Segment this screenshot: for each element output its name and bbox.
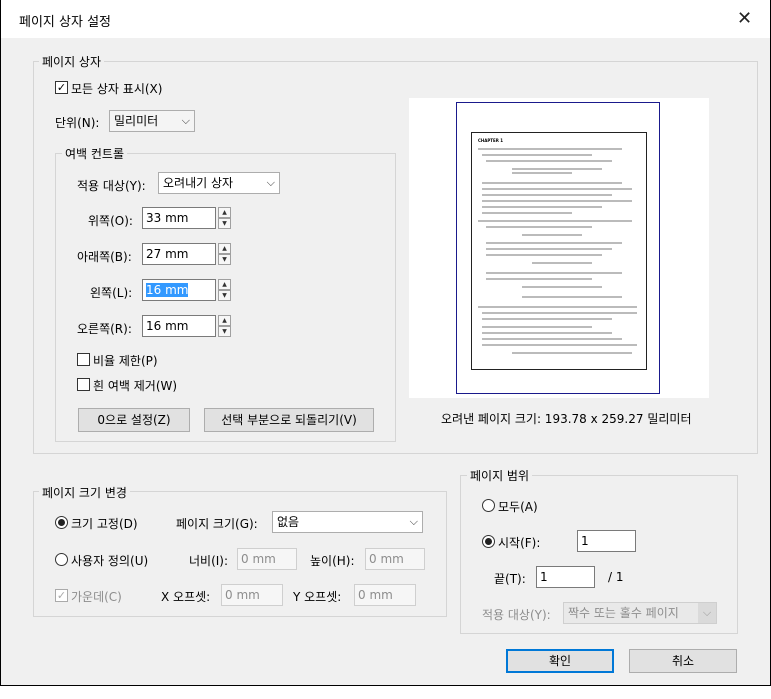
spin-down-icon: ▼ — [218, 218, 231, 229]
width-label: 너비(I): — [189, 554, 229, 568]
center-label: 가운데(C) — [71, 590, 122, 604]
y-offset-label: Y 오프셋: — [293, 590, 342, 604]
page-range-legend: 페이지 범위 — [467, 467, 533, 484]
page-from-label: 시작(F): — [498, 536, 541, 550]
constrain-proportions-checkbox[interactable] — [77, 353, 90, 366]
left-margin-label: 왼쪽(L): — [90, 286, 133, 300]
right-margin-field[interactable]: 16 mm — [142, 315, 216, 337]
page-content-thumbnail: CHAPTER 1 — [471, 132, 647, 370]
page-to-label: 끝(T): — [494, 572, 526, 586]
spin-down-icon: ▼ — [218, 254, 231, 265]
chevron-down-icon: ⌵ — [181, 114, 190, 127]
top-margin-label: 위쪽(O): — [88, 214, 133, 228]
y-offset-field[interactable]: 0 mm — [354, 584, 416, 606]
chevron-down-icon: ⌵ — [266, 176, 275, 189]
constrain-proportions-label: 비율 제한(P) — [93, 354, 158, 368]
custom-size-radio[interactable] — [55, 553, 68, 566]
bottom-margin-label: 아래쪽(B): — [77, 250, 132, 264]
page-from-field[interactable]: 1 — [577, 530, 636, 552]
ok-button[interactable]: 확인 — [506, 649, 614, 673]
x-offset-label: X 오프셋: — [161, 590, 211, 604]
revert-to-selection-button[interactable]: 선택 부분으로 되돌리기(V) — [204, 408, 374, 432]
spin-up-icon: ▲ — [218, 279, 231, 290]
page-boxes-legend: 페이지 상자 — [39, 53, 105, 70]
unit-value: 밀리미터 — [114, 114, 159, 128]
cancel-button[interactable]: 취소 — [629, 649, 737, 673]
fixed-size-radio[interactable] — [55, 516, 68, 529]
show-all-boxes-checkbox[interactable]: ✓ — [55, 81, 68, 94]
bottom-margin-stepper[interactable]: ▲ ▼ — [218, 243, 231, 265]
fixed-size-label: 크기 고정(D) — [71, 517, 138, 531]
height-label: 높이(H): — [310, 554, 355, 568]
title-bar: 페이지 상자 설정 ✕ — [1, 0, 770, 38]
remove-white-margins-label: 흰 여백 제거(W) — [93, 379, 178, 393]
unit-select[interactable]: 밀리미터 ⌵ — [109, 110, 195, 132]
chevron-down-icon: ⌵ — [409, 515, 418, 528]
change-page-size-legend: 페이지 크기 변경 — [39, 484, 130, 501]
page-boxes-dialog: 페이지 상자 설정 ✕ 페이지 상자 ✓ 모든 상자 표시(X) 단위(N): … — [0, 0, 771, 686]
chevron-down-icon: ⌵ — [698, 603, 716, 623]
margin-apply-to-select[interactable]: 오려내기 상자 ⌵ — [158, 172, 280, 194]
spin-up-icon: ▲ — [218, 315, 231, 326]
top-margin-field[interactable]: 33 mm — [142, 207, 216, 229]
custom-size-label: 사용자 정의(U) — [71, 554, 149, 568]
page-range-apply-to-label: 적용 대상(Y): — [482, 608, 551, 622]
right-margin-stepper[interactable]: ▲ ▼ — [218, 315, 231, 337]
remove-white-margins-checkbox[interactable] — [77, 378, 90, 391]
margin-apply-to-label: 적용 대상(Y): — [77, 179, 146, 193]
page-total-label: / 1 — [608, 570, 624, 584]
text-lines-graphic — [478, 148, 637, 354]
left-margin-field[interactable]: 16 mm — [142, 279, 216, 301]
height-field[interactable]: 0 mm — [365, 548, 425, 570]
page-size-label: 페이지 크기(G): — [176, 517, 258, 531]
page-preview: CHAPTER 1 — [409, 98, 709, 398]
page-size-value: 없음 — [277, 515, 300, 529]
page-range-apply-to-select[interactable]: 짝수 또는 홀수 페이지 ⌵ — [563, 602, 717, 624]
all-pages-radio[interactable] — [482, 499, 495, 512]
spin-up-icon: ▲ — [218, 207, 231, 218]
show-all-boxes-label: 모든 상자 표시(X) — [71, 82, 163, 96]
dialog-title: 페이지 상자 설정 — [19, 15, 111, 30]
width-field[interactable]: 0 mm — [237, 548, 297, 570]
page-size-select[interactable]: 없음 ⌵ — [272, 511, 423, 533]
set-to-zero-button[interactable]: 0으로 설정(Z) — [78, 408, 190, 432]
spin-up-icon: ▲ — [218, 243, 231, 254]
margin-controls-legend: 여백 컨트롤 — [62, 145, 128, 162]
page-to-field[interactable]: 1 — [536, 566, 595, 588]
page-range-apply-to-value: 짝수 또는 홀수 페이지 — [568, 606, 679, 620]
unit-label: 단위(N): — [55, 116, 100, 130]
close-icon[interactable]: ✕ — [737, 10, 752, 28]
spin-down-icon: ▼ — [218, 326, 231, 337]
right-margin-label: 오른쪽(R): — [77, 322, 132, 336]
all-pages-label: 모두(A) — [498, 500, 538, 514]
left-margin-stepper[interactable]: ▲ ▼ — [218, 279, 231, 301]
spin-down-icon: ▼ — [218, 290, 231, 301]
cropped-page-size-label: 오려낸 페이지 크기: 193.78 x 259.27 밀리미터 — [441, 412, 692, 426]
margin-apply-to-value: 오려내기 상자 — [163, 176, 234, 190]
page-from-radio[interactable] — [482, 535, 495, 548]
center-checkbox[interactable]: ✓ — [55, 589, 68, 602]
bottom-margin-field[interactable]: 27 mm — [142, 243, 216, 265]
top-margin-stepper[interactable]: ▲ ▼ — [218, 207, 231, 229]
x-offset-field[interactable]: 0 mm — [221, 584, 283, 606]
